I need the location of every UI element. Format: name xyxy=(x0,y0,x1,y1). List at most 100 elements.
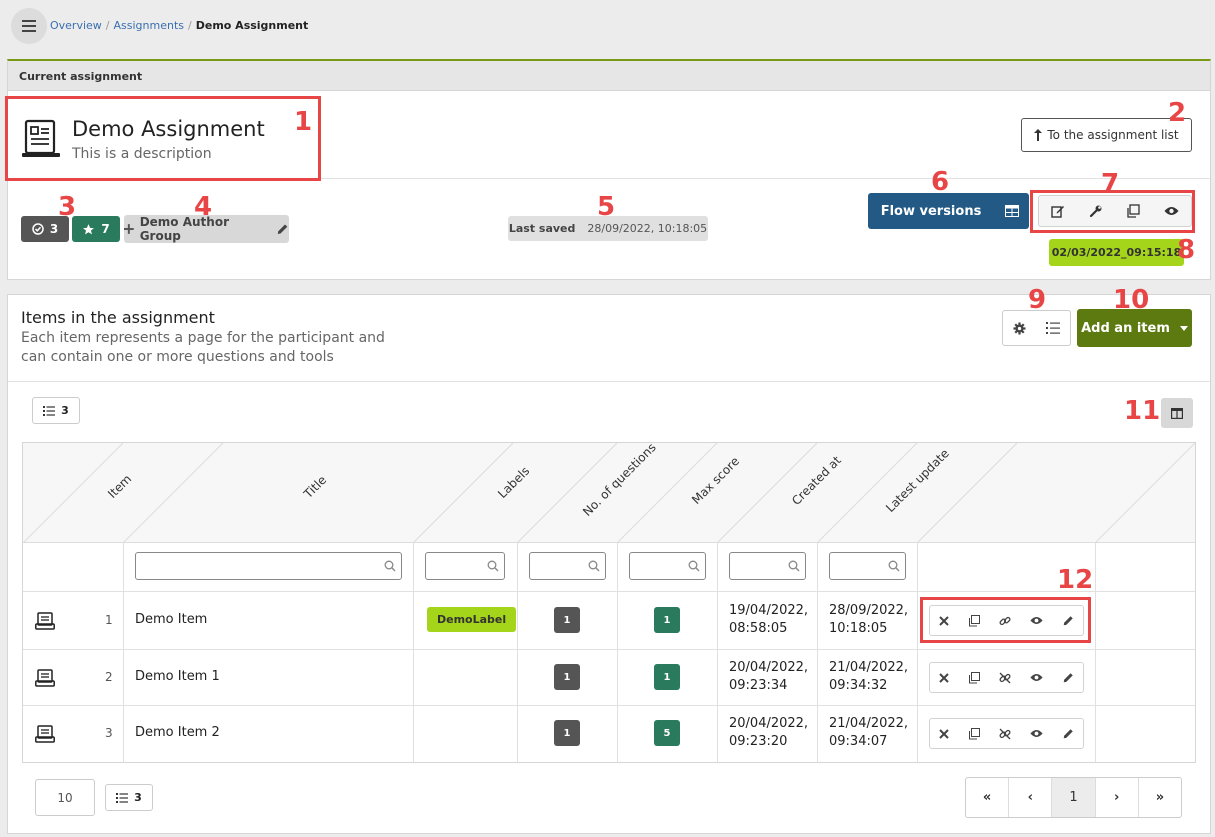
delete-icon[interactable] xyxy=(939,672,950,683)
filter-max-score-input[interactable] xyxy=(629,552,706,580)
last-saved-label: Last saved xyxy=(508,222,576,235)
annotation-label-2: 2 xyxy=(1168,98,1187,128)
question-count: 1 xyxy=(554,607,580,633)
list-icon xyxy=(43,405,56,416)
table-icon xyxy=(994,205,1029,217)
version-date-tag: 02/03/2022_09:15:18 xyxy=(1049,239,1184,266)
breadcrumb-assignments[interactable]: Assignments xyxy=(114,19,185,32)
filter-labels-input[interactable] xyxy=(425,552,505,580)
items-panel: Items in the assignment Each item repres… xyxy=(7,294,1211,834)
delete-icon[interactable] xyxy=(939,728,950,739)
pencil-icon xyxy=(278,224,288,234)
search-icon xyxy=(487,560,499,572)
search-icon xyxy=(588,560,600,572)
copy-icon[interactable] xyxy=(968,727,981,740)
search-icon xyxy=(788,560,800,572)
filter-questions-input[interactable] xyxy=(529,552,606,580)
arrow-up-icon xyxy=(1034,129,1043,141)
hamburger-icon xyxy=(22,20,36,32)
pencil-icon[interactable] xyxy=(1062,672,1074,684)
stars-count: 7 xyxy=(101,222,110,236)
unlink-icon[interactable] xyxy=(999,728,1011,740)
caret-down-icon xyxy=(1179,325,1188,331)
created-at: 20/04/2022, 09:23:20 xyxy=(729,716,809,749)
row-actions xyxy=(929,718,1084,749)
annotation-label-5: 5 xyxy=(597,192,616,222)
current-page-button[interactable]: 1 xyxy=(1052,778,1096,817)
ordered-list-icon[interactable] xyxy=(1046,322,1060,334)
pagination: « ‹ 1 › » xyxy=(965,777,1182,818)
last-page-button[interactable]: » xyxy=(1139,778,1181,817)
page-size-select[interactable]: 10 xyxy=(35,779,95,816)
to-list-label: To the assignment list xyxy=(1047,128,1179,142)
last-saved-value: 28/09/2022, 10:18:05 xyxy=(587,222,708,235)
annotation-label-6: 6 xyxy=(931,167,950,197)
total-count-chip[interactable]: 3 xyxy=(105,784,153,811)
breadcrumb-overview[interactable]: Overview xyxy=(50,19,102,32)
latest-update: 21/04/2022, 09:34:07 xyxy=(829,716,909,749)
filter-created-input[interactable] xyxy=(729,552,806,580)
copy-icon[interactable] xyxy=(968,671,981,684)
table-row[interactable]: 2 Demo Item 1 1 1 20/04/2022, 09:23:34 21… xyxy=(23,650,1195,705)
prev-page-button[interactable]: ‹ xyxy=(1009,778,1053,817)
item-page-icon xyxy=(35,669,55,687)
item-label: DemoLabel xyxy=(427,607,517,632)
column-toggle-button[interactable] xyxy=(1161,398,1193,428)
stars-badge[interactable]: 7 xyxy=(72,216,120,242)
annotation-label-7: 7 xyxy=(1101,169,1120,199)
items-panel-title: Items in the assignment xyxy=(21,308,215,327)
annotation-box-1 xyxy=(5,96,321,181)
list-icon xyxy=(116,792,129,803)
annotation-label-9: 9 xyxy=(1028,285,1047,315)
question-count: 1 xyxy=(554,664,580,690)
breadcrumb-current: Demo Assignment xyxy=(195,19,309,32)
first-page-button[interactable]: « xyxy=(966,778,1010,817)
item-number: 2 xyxy=(105,670,113,684)
flow-versions-button[interactable]: Flow versions xyxy=(868,193,1029,229)
pencil-icon[interactable] xyxy=(1062,728,1074,740)
item-count: 3 xyxy=(61,404,69,417)
table-header: Item Title Labels No. of questions Max s… xyxy=(23,440,1196,543)
created-at: 19/04/2022, 08:58:05 xyxy=(729,603,809,636)
item-title: Demo Item 2 xyxy=(135,725,220,740)
menu-button[interactable] xyxy=(11,8,47,44)
table-row[interactable]: 3 Demo Item 2 1 5 20/04/2022, 09:23:20 21… xyxy=(23,706,1195,762)
annotation-label-11: 11 xyxy=(1124,396,1161,426)
item-number: 3 xyxy=(105,726,113,740)
columns-icon xyxy=(1171,407,1183,419)
filter-title-input[interactable] xyxy=(135,552,402,580)
total-count: 3 xyxy=(134,791,142,804)
next-page-button[interactable]: › xyxy=(1096,778,1139,817)
question-count: 1 xyxy=(554,720,580,746)
annotation-label-10: 10 xyxy=(1113,285,1150,315)
gear-icon[interactable] xyxy=(1013,321,1026,335)
row-actions xyxy=(929,662,1084,693)
item-page-icon xyxy=(35,725,55,743)
annotation-label-3: 3 xyxy=(58,192,77,222)
unlink-icon[interactable] xyxy=(999,672,1011,684)
eye-icon[interactable] xyxy=(1030,729,1043,738)
flow-versions-label: Flow versions xyxy=(880,203,982,219)
item-page-icon xyxy=(35,612,55,630)
annotation-label-12: 12 xyxy=(1057,565,1094,595)
max-score: 5 xyxy=(654,720,680,746)
checks-count: 3 xyxy=(49,222,59,236)
item-title: Demo Item xyxy=(135,612,208,627)
to-assignment-list-button[interactable]: To the assignment list xyxy=(1021,118,1192,152)
annotation-box-12 xyxy=(920,597,1091,643)
eye-icon[interactable] xyxy=(1030,673,1043,682)
max-score: 1 xyxy=(654,607,680,633)
check-circle-icon xyxy=(32,223,44,235)
breadcrumb: Overview / Assignments / Demo Assignment xyxy=(50,19,309,32)
latest-update: 21/04/2022, 09:34:32 xyxy=(829,660,909,693)
items-panel-description: Each item represents a page for the part… xyxy=(21,330,385,365)
plus-icon xyxy=(124,224,134,234)
search-icon xyxy=(384,560,396,572)
annotation-label-8: 8 xyxy=(1177,235,1196,265)
latest-update: 28/09/2022, 10:18:05 xyxy=(829,603,909,636)
item-number: 1 xyxy=(105,613,113,627)
created-at: 20/04/2022, 09:23:34 xyxy=(729,660,809,693)
item-count-chip[interactable]: 3 xyxy=(32,397,80,424)
filter-updated-input[interactable] xyxy=(829,552,906,580)
annotation-label-4: 4 xyxy=(194,192,213,222)
